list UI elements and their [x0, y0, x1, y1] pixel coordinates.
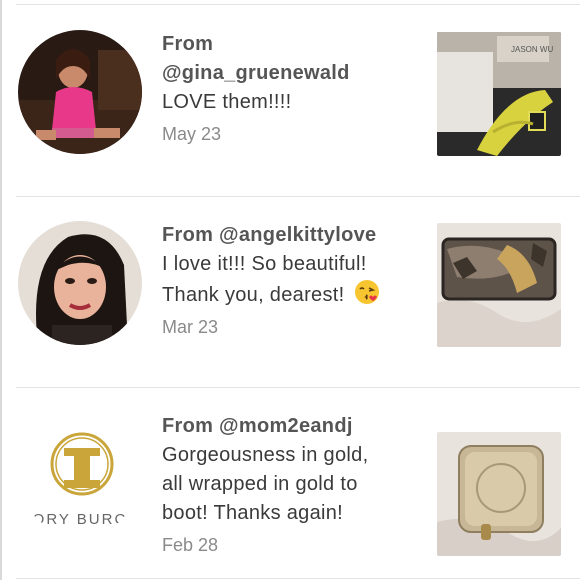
- avatar[interactable]: [18, 221, 142, 345]
- review-item: 'ORY BURC' From @mom2eandj Gorgeousness …: [0, 388, 580, 578]
- avatar[interactable]: 'ORY BURC': [18, 412, 142, 536]
- review-comment: Gorgeousness in gold,: [162, 444, 369, 466]
- divider: [16, 4, 580, 5]
- review-text: From @mom2eandj Gorgeousness in gold, al…: [162, 412, 422, 558]
- review-text: From @gina_gruenewald LOVE them!!!! May …: [162, 30, 422, 147]
- from-username-link[interactable]: From @angelkittylove: [162, 221, 422, 250]
- avatar[interactable]: [18, 30, 142, 154]
- review-comment: LOVE them!!!!: [162, 91, 292, 113]
- username-link[interactable]: @gina_gruenewald: [162, 59, 422, 88]
- box-brand-text: JASON WU: [511, 45, 553, 54]
- review-comment: Thank you, dearest!: [162, 284, 345, 306]
- from-label: From: [162, 33, 214, 55]
- divider: [16, 578, 580, 579]
- review-item: From @gina_gruenewald LOVE them!!!! May …: [0, 6, 580, 196]
- from-username-link[interactable]: From @mom2eandj: [162, 412, 422, 441]
- reviews-feed: From @gina_gruenewald LOVE them!!!! May …: [0, 0, 580, 580]
- review-comment: all wrapped in gold to: [162, 473, 358, 495]
- review-text: From @angelkittylove I love it!!! So bea…: [162, 221, 422, 340]
- review-comment: boot! Thanks again!: [162, 502, 344, 524]
- product-thumbnail[interactable]: JASON WU: [437, 32, 561, 156]
- review-item: From @angelkittylove I love it!!! So bea…: [0, 197, 580, 387]
- brand-logo-text: 'ORY BURC': [28, 511, 132, 528]
- review-comment-line: Thank you, dearest!: [162, 279, 422, 310]
- review-date: Mar 23: [162, 317, 219, 337]
- review-date: May 23: [162, 124, 222, 144]
- product-thumbnail[interactable]: [437, 432, 561, 556]
- review-date: Feb 28: [162, 535, 219, 555]
- product-thumbnail[interactable]: [437, 223, 561, 347]
- kissing-face-emoji-icon: [354, 279, 380, 305]
- review-comment: I love it!!! So beautiful!: [162, 253, 367, 275]
